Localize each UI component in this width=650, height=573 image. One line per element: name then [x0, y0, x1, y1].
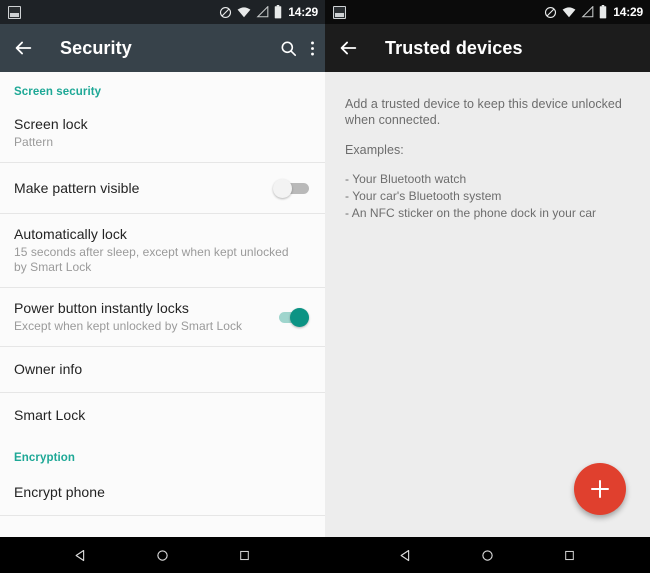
toolbar-actions — [279, 39, 315, 58]
wifi-icon — [237, 7, 251, 18]
toolbar-security: Security — [0, 24, 325, 72]
list-item: - Your Bluetooth watch — [345, 172, 467, 186]
list-item-title: Smart Lock — [14, 407, 86, 423]
list-item-text: Owner info — [14, 361, 311, 378]
list-item-power-button-instantly-locks[interactable]: Power button instantly locks Except when… — [0, 288, 325, 346]
list-item-text: Encrypt phone — [14, 484, 311, 501]
navigation-bar-left — [0, 537, 325, 573]
screenshot-icon — [333, 5, 346, 19]
home-circle-icon[interactable] — [145, 538, 179, 572]
toolbar-trusted-devices: Trusted devices — [325, 24, 650, 72]
trusted-devices-content: Add a trusted device to keep this device… — [325, 72, 650, 537]
overflow-menu-icon[interactable] — [310, 39, 315, 58]
list-item-text: Screen lock Pattern — [14, 116, 311, 150]
list-item: - Your car's Bluetooth system — [345, 189, 502, 203]
cellular-signal-icon — [581, 6, 594, 18]
list-item-title: Make pattern visible — [14, 179, 140, 196]
list-item-text: Power button instantly locks Except when… — [14, 300, 273, 334]
battery-icon — [275, 5, 282, 19]
right-panel-trusted-devices: 14:29 Trusted devices Add a trusted devi… — [325, 0, 650, 537]
list-item-owner-info[interactable]: Owner info — [0, 347, 325, 392]
status-bar-notifications — [333, 5, 346, 19]
back-arrow-icon[interactable] — [337, 37, 359, 59]
screenshot-icon — [8, 5, 21, 19]
switch-make-pattern-visible[interactable] — [273, 177, 309, 199]
battery-icon — [600, 5, 607, 19]
list-item-automatically-lock[interactable]: Automatically lock 15 seconds after slee… — [0, 214, 325, 287]
recents-square-icon[interactable] — [227, 538, 261, 572]
navigation-bar — [0, 537, 650, 573]
switch-thumb — [273, 179, 292, 198]
list-item-subtitle: Except when kept unlocked by Smart Lock — [14, 319, 243, 333]
list-item-text: Make pattern visible — [14, 180, 273, 197]
list-item-text: Automatically lock 15 seconds after slee… — [14, 226, 311, 275]
android-split-screenshot: 14:29 Security Screen security Screen lo… — [0, 0, 650, 573]
list-item-title: Screen lock — [14, 116, 88, 132]
switch-thumb — [290, 308, 309, 327]
section-header-encryption: Encryption — [14, 452, 76, 464]
list-item-make-pattern-visible[interactable]: Make pattern visible — [0, 163, 325, 213]
status-bar-clock: 14:29 — [288, 5, 318, 19]
list-item-title: Automatically lock — [14, 226, 127, 242]
search-icon[interactable] — [279, 39, 298, 58]
cellular-signal-icon — [256, 6, 269, 18]
plus-icon — [591, 480, 609, 498]
status-bar-left: 14:29 — [0, 0, 325, 24]
page-title: Security — [60, 37, 132, 58]
switch-power-button-instantly-locks[interactable] — [273, 306, 309, 328]
back-triangle-icon[interactable] — [389, 538, 423, 572]
list-item-screen-lock[interactable]: Screen lock Pattern — [0, 104, 325, 162]
list-item-subtitle: 15 seconds after sleep, except when kept… — [14, 245, 289, 274]
list-item-title: Owner info — [14, 361, 83, 377]
wifi-icon — [562, 7, 576, 18]
home-circle-icon[interactable] — [470, 538, 504, 572]
status-bar-clock: 14:29 — [613, 5, 643, 19]
panels-container: 14:29 Security Screen security Screen lo… — [0, 0, 650, 537]
intro-text: Add a trusted device to keep this device… — [345, 97, 622, 127]
page-title: Trusted devices — [385, 37, 523, 58]
add-trusted-device-fab[interactable] — [574, 463, 626, 515]
divider — [0, 515, 325, 516]
recents-square-icon[interactable] — [552, 538, 586, 572]
examples-label: Examples: — [345, 143, 404, 157]
list-item-text: Smart Lock — [14, 407, 311, 424]
left-panel-security: 14:29 Security Screen security Screen lo… — [0, 0, 325, 537]
back-arrow-icon[interactable] — [12, 37, 34, 59]
do-not-disturb-icon — [220, 6, 232, 18]
do-not-disturb-icon — [545, 6, 557, 18]
status-bar-right: 14:29 — [325, 0, 650, 24]
list-item: - An NFC sticker on the phone dock in yo… — [345, 206, 597, 220]
status-bar-notifications — [8, 5, 21, 19]
list-item-encrypt-phone[interactable]: Encrypt phone — [0, 470, 325, 515]
settings-list[interactable]: Screen security Screen lock Pattern Make… — [0, 72, 325, 537]
section-header-screen-security: Screen security — [14, 86, 102, 98]
list-item-title: Encrypt phone — [14, 484, 105, 500]
list-item-smart-lock[interactable]: Smart Lock — [0, 393, 325, 438]
status-bar-system-icons: 14:29 — [544, 5, 643, 19]
navigation-bar-right — [325, 537, 650, 573]
examples-list: - Your Bluetooth watch - Your car's Blue… — [345, 171, 632, 222]
status-bar-system-icons: 14:29 — [219, 5, 318, 19]
back-triangle-icon[interactable] — [64, 538, 98, 572]
list-item-title: Power button instantly locks — [14, 300, 189, 316]
list-item-subtitle: Pattern — [14, 135, 54, 149]
